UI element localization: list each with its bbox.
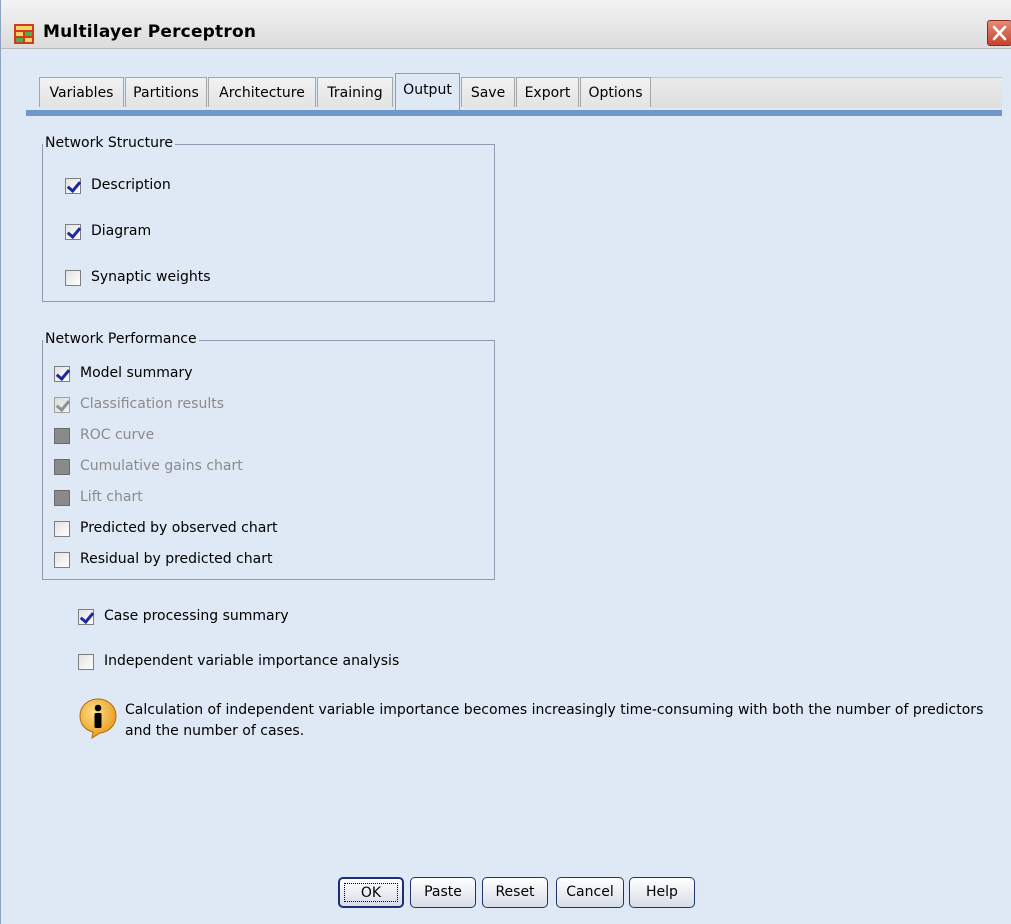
checkbox-label: ROC curve [80, 427, 155, 443]
checkbox-label: Diagram [91, 223, 152, 239]
checkbox-label: Classification results [80, 396, 224, 412]
tab-save[interactable]: Save [461, 77, 515, 107]
network-performance-title: Network Performance [43, 331, 199, 347]
checkbox-box[interactable] [78, 609, 94, 625]
paste-button[interactable]: Paste [410, 877, 476, 908]
tab-underline-bar [26, 110, 1002, 116]
checkbox-box[interactable] [65, 224, 81, 240]
close-button[interactable] [987, 20, 1011, 46]
checkbox-label: Predicted by observed chart [80, 520, 278, 536]
tabstrip-background [651, 77, 1002, 108]
dialog-window: Multilayer Perceptron Variables Partitio… [0, 0, 1011, 924]
focus-ring [344, 883, 398, 902]
checkbox-box[interactable] [54, 552, 70, 568]
checkbox-box [54, 397, 70, 413]
checkbox-box[interactable] [65, 178, 81, 194]
info-note: Calculation of independent variable impo… [125, 702, 984, 739]
checkbox-label: Independent variable importance analysis [104, 653, 400, 669]
tab-partitions[interactable]: Partitions [125, 77, 207, 107]
info-icon [78, 697, 118, 740]
help-button[interactable]: Help [629, 877, 695, 908]
checkbox-label: Lift chart [80, 489, 143, 505]
tab-options[interactable]: Options [580, 77, 651, 107]
checkbox-box[interactable] [54, 521, 70, 537]
checkbox-label: Description [91, 177, 171, 193]
checkbox-label: Residual by predicted chart [80, 551, 273, 567]
tab-training[interactable]: Training [317, 77, 393, 107]
checkbox-box[interactable] [54, 366, 70, 382]
checkbox-box[interactable] [65, 270, 81, 286]
checkbox-label: Cumulative gains chart [80, 458, 243, 474]
cancel-button[interactable]: Cancel [556, 877, 624, 908]
close-icon [988, 25, 1011, 49]
checkbox-box[interactable] [78, 654, 94, 670]
checkbox-box [54, 428, 70, 444]
tab-architecture[interactable]: Architecture [208, 77, 316, 107]
window-title: Multilayer Perceptron [43, 22, 257, 42]
tab-variables[interactable]: Variables [39, 77, 124, 107]
checkbox-box [54, 490, 70, 506]
title-bar[interactable]: Multilayer Perceptron [1, 0, 1011, 49]
ok-button[interactable]: OK [338, 877, 404, 908]
checkbox-box [54, 459, 70, 475]
checkbox-label: Synaptic weights [91, 269, 211, 285]
checkbox-label: Case processing summary [104, 608, 289, 624]
network-structure-title: Network Structure [43, 135, 176, 151]
checkbox-label: Model summary [80, 365, 193, 381]
reset-button[interactable]: Reset [482, 877, 548, 908]
spreadsheet-grid-icon [14, 24, 34, 44]
tab-export[interactable]: Export [516, 77, 579, 107]
tab-output[interactable]: Output [395, 73, 460, 111]
